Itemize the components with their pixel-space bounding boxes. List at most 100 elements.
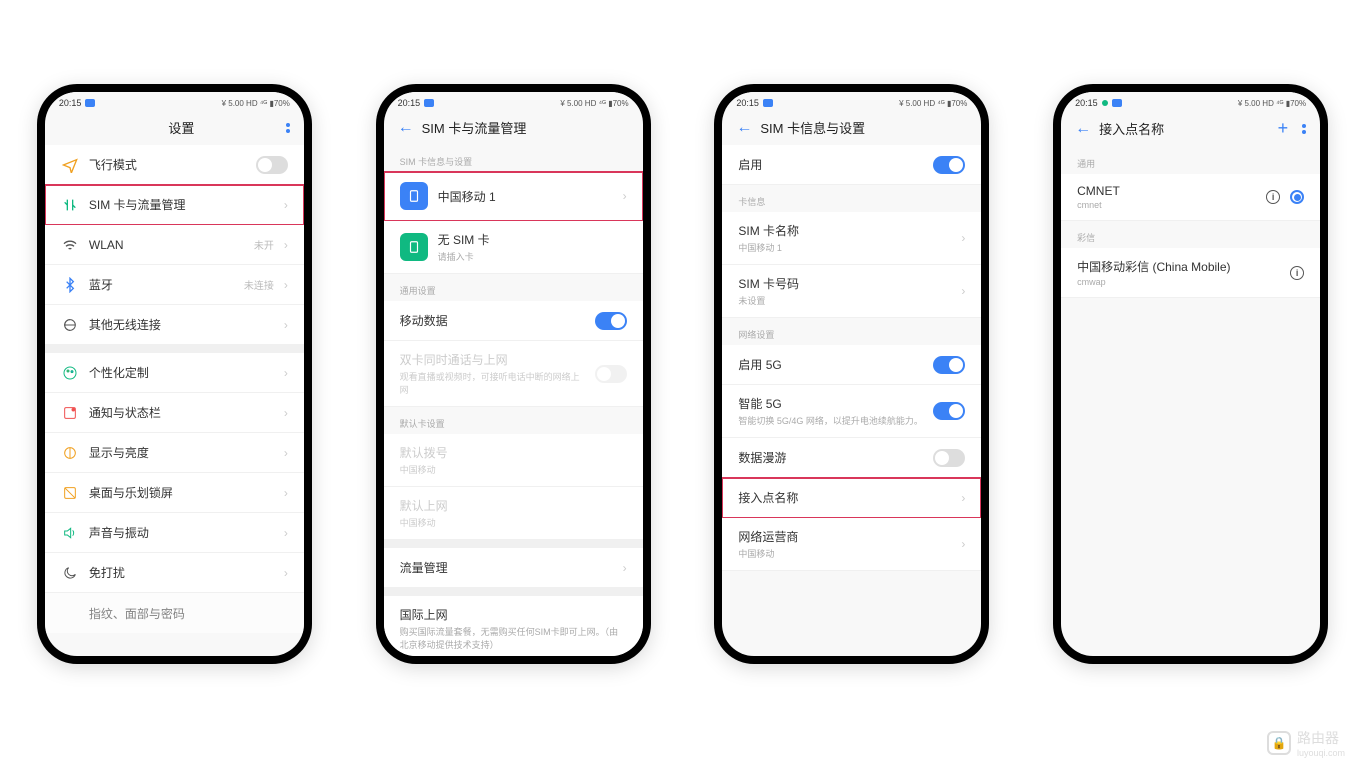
- chevron-right-icon: ›: [961, 491, 965, 505]
- row-apn-mms[interactable]: 中国移动彩信 (China Mobile)cmwap i: [1061, 248, 1320, 298]
- notify-icon: [61, 404, 79, 422]
- back-button[interactable]: ←: [398, 119, 416, 137]
- chevron-right-icon: ›: [623, 561, 627, 575]
- intl-link[interactable]: 卡套餐: [400, 655, 627, 656]
- row-international[interactable]: 国际上网 购买国际流量套餐，无需购买任何SIM卡即可上网。（由北京移动提供技术支…: [384, 596, 643, 656]
- row-sim2[interactable]: 无 SIM 卡请插入卡: [384, 221, 643, 274]
- chevron-right-icon: ›: [284, 566, 288, 580]
- status-time: 20:15: [59, 98, 82, 108]
- row-sim-number[interactable]: SIM 卡号码未设置 ›: [722, 265, 981, 318]
- sim1-icon: [400, 182, 428, 210]
- row-sound[interactable]: 声音与振动 ›: [45, 513, 304, 553]
- more-icon[interactable]: [1302, 124, 1306, 134]
- add-button[interactable]: +: [1278, 118, 1289, 139]
- row-apn-cmnet[interactable]: CMNETcmnet i: [1061, 174, 1320, 221]
- row-bluetooth[interactable]: 蓝牙 未连接 ›: [45, 265, 304, 305]
- status-info: ¥ 5.00 HD ⁴ᴳ ▮70%: [222, 99, 290, 108]
- row-desktop[interactable]: 桌面与乐划锁屏 ›: [45, 473, 304, 513]
- row-enable-5g[interactable]: 启用 5G: [722, 345, 981, 385]
- status-app-icon: [424, 99, 434, 107]
- row-sim1[interactable]: 中国移动 1 ›: [384, 172, 643, 221]
- status-bar: 20:15 ¥ 5.00 HD ⁴ᴳ ▮70%: [384, 92, 643, 110]
- back-button[interactable]: ←: [1075, 120, 1093, 138]
- link-icon: [61, 316, 79, 334]
- bluetooth-icon: [61, 276, 79, 294]
- chevron-right-icon: ›: [284, 198, 288, 212]
- moon-icon: [61, 564, 79, 582]
- row-notifications[interactable]: 通知与状态栏 ›: [45, 393, 304, 433]
- watermark: 🔒 路由器 luyouqi.com: [1267, 728, 1345, 758]
- row-enable[interactable]: 启用: [722, 145, 981, 185]
- row-fingerprint[interactable]: 指纹、面部与密码: [45, 593, 304, 633]
- status-bar: 20:15 ¥ 5.00 HD ⁴ᴳ ▮70%: [1061, 92, 1320, 110]
- airplane-toggle[interactable]: [256, 156, 288, 174]
- row-airplane-mode[interactable]: 飞行模式: [45, 145, 304, 185]
- row-roaming[interactable]: 数据漫游: [722, 438, 981, 478]
- sim-icon: [61, 196, 79, 214]
- section-mms: 彩信: [1061, 221, 1320, 248]
- enable-toggle[interactable]: [933, 156, 965, 174]
- page-title: SIM 卡信息与设置: [754, 118, 949, 137]
- mobile-data-toggle[interactable]: [595, 312, 627, 330]
- row-dnd[interactable]: 免打扰 ›: [45, 553, 304, 593]
- watermark-text: 路由器: [1297, 728, 1345, 748]
- chevron-right-icon: ›: [284, 278, 288, 292]
- chevron-right-icon: ›: [284, 318, 288, 332]
- chevron-right-icon: ›: [623, 189, 627, 203]
- row-default-net: 默认上网中国移动: [384, 487, 643, 540]
- roaming-toggle[interactable]: [933, 449, 965, 467]
- row-mobile-data[interactable]: 移动数据: [384, 301, 643, 341]
- watermark-sub: luyouqi.com: [1297, 748, 1345, 758]
- sound-icon: [61, 524, 79, 542]
- row-smart-5g[interactable]: 智能 5G智能切换 5G/4G 网络，以提升电池续航能力。: [722, 385, 981, 438]
- row-operator[interactable]: 网络运营商中国移动 ›: [722, 518, 981, 571]
- section-general: 通用设置: [384, 274, 643, 301]
- phone-frame-3: 20:15 ¥ 5.00 HD ⁴ᴳ ▮70% ← SIM 卡信息与设置 启用 …: [714, 84, 989, 664]
- page-title: SIM 卡与流量管理: [416, 118, 611, 137]
- status-app-icon: [85, 99, 95, 107]
- wifi-icon: [61, 236, 79, 254]
- section-sim-info: SIM 卡信息与设置: [384, 145, 643, 172]
- info-icon[interactable]: i: [1266, 190, 1280, 204]
- status-app-icon: [1112, 99, 1122, 107]
- chevron-right-icon: ›: [961, 284, 965, 298]
- row-default-call: 默认拨号中国移动: [384, 434, 643, 487]
- chevron-right-icon: ›: [284, 446, 288, 460]
- row-other-wireless[interactable]: 其他无线连接 ›: [45, 305, 304, 345]
- section-cardinfo: 卡信息: [722, 185, 981, 212]
- section-network: 网络设置: [722, 318, 981, 345]
- chevron-right-icon: ›: [284, 526, 288, 540]
- page-title: 接入点名称: [1093, 119, 1277, 138]
- watermark-lock-icon: 🔒: [1267, 731, 1291, 755]
- row-display[interactable]: 显示与亮度 ›: [45, 433, 304, 473]
- fingerprint-icon: [61, 604, 79, 622]
- more-icon[interactable]: [286, 123, 290, 133]
- section-general: 通用: [1061, 147, 1320, 174]
- 5g-toggle[interactable]: [933, 356, 965, 374]
- chevron-right-icon: ›: [284, 238, 288, 252]
- row-sim-management[interactable]: SIM 卡与流量管理 ›: [45, 185, 304, 225]
- row-wlan[interactable]: WLAN 未开 ›: [45, 225, 304, 265]
- phone-frame-2: 20:15 ¥ 5.00 HD ⁴ᴳ ▮70% ← SIM 卡与流量管理 SIM…: [376, 84, 651, 664]
- row-dual-card: 双卡同时通话与上网观看直播或视频时，可接听电话中断的网络上网: [384, 341, 643, 407]
- apn-radio-cmnet[interactable]: [1290, 190, 1304, 204]
- palette-icon: [61, 364, 79, 382]
- info-icon[interactable]: i: [1290, 266, 1304, 280]
- row-sim-name[interactable]: SIM 卡名称中国移动 1 ›: [722, 212, 981, 265]
- status-bar: 20:15 ¥ 5.00 HD ⁴ᴳ ▮70%: [722, 92, 981, 110]
- status-bar: 20:15 ¥ 5.00 HD ⁴ᴳ ▮70%: [45, 92, 304, 110]
- status-dot-icon: [1102, 100, 1108, 106]
- section-default: 默认卡设置: [384, 407, 643, 434]
- page-title: 设置: [77, 118, 286, 137]
- back-button[interactable]: ←: [736, 119, 754, 137]
- smart5g-toggle[interactable]: [933, 402, 965, 420]
- sim2-icon: [400, 233, 428, 261]
- phone-frame-4: 20:15 ¥ 5.00 HD ⁴ᴳ ▮70% ← 接入点名称 + 通用 CMN…: [1053, 84, 1328, 664]
- chevron-right-icon: ›: [961, 231, 965, 245]
- row-traffic[interactable]: 流量管理 ›: [384, 548, 643, 588]
- phone-frame-1: 20:15 ¥ 5.00 HD ⁴ᴳ ▮70% 设置 飞行模式 SIM 卡与流量…: [37, 84, 312, 664]
- desktop-icon: [61, 484, 79, 502]
- row-apn[interactable]: 接入点名称 ›: [722, 478, 981, 518]
- row-customize[interactable]: 个性化定制 ›: [45, 353, 304, 393]
- status-app-icon: [763, 99, 773, 107]
